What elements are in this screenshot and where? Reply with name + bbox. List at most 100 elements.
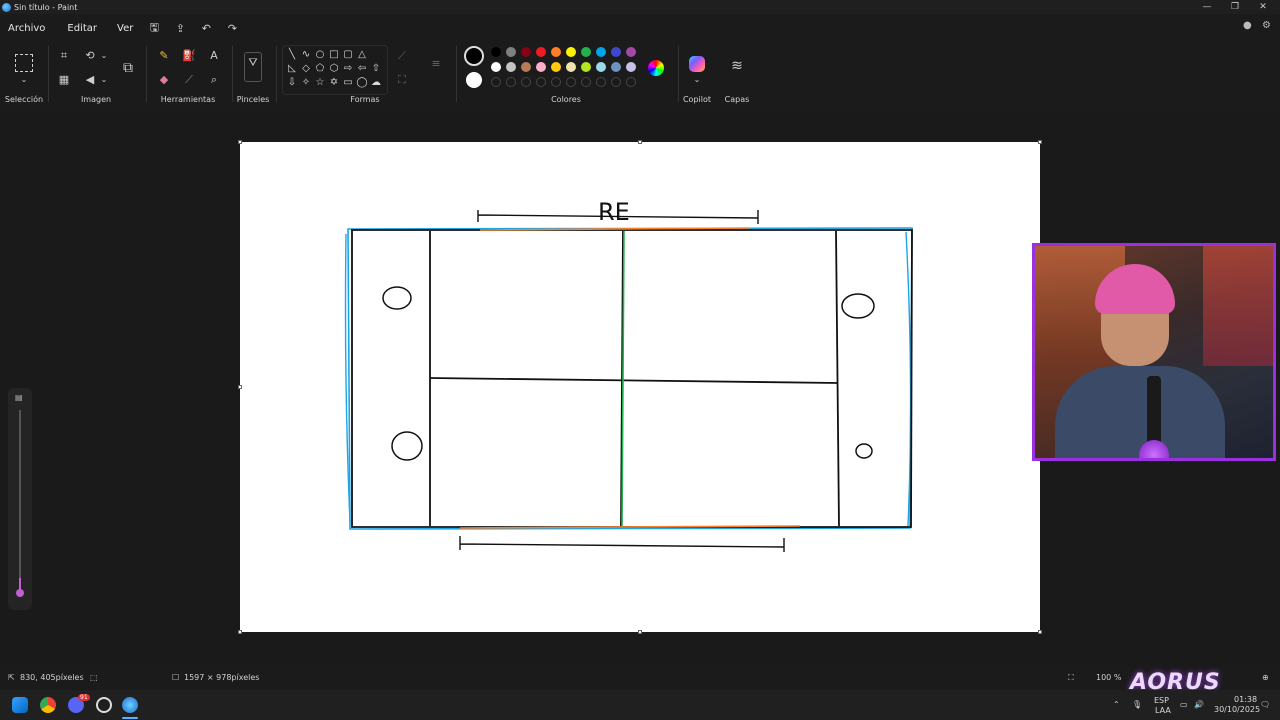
color-swatch[interactable] [611,62,621,72]
fit-to-window-icon[interactable]: ⛶ [1068,673,1074,683]
resize-handle[interactable] [238,140,242,144]
color-swatch[interactable] [581,47,591,57]
thumbnail-icon[interactable]: ▤ [15,393,23,402]
zoom-in-icon[interactable]: ⊕ [1262,673,1269,682]
menu-editar[interactable]: Editar [59,23,105,34]
hexagon-shape-icon[interactable]: ⬡ [327,62,341,76]
color-swatch[interactable] [611,47,621,57]
minimize-button[interactable]: — [1192,0,1222,14]
custom-color-slot[interactable] [521,77,531,87]
line-shape-icon[interactable]: ╲ [285,48,299,62]
callout-cloud-shape-icon[interactable]: ☁ [369,76,383,90]
callout-oval-shape-icon[interactable]: ◯ [355,76,369,90]
star6-shape-icon[interactable]: ✡ [327,76,341,90]
color-swatch[interactable] [506,47,516,57]
zoom-slider[interactable]: ▤ [8,388,32,610]
resize-handle[interactable] [638,140,642,144]
color-swatch[interactable] [551,62,561,72]
custom-color-slot[interactable] [611,77,621,87]
settings-icon[interactable]: ⚙ [1262,20,1271,31]
color-swatch[interactable] [491,62,501,72]
chevron-down-icon[interactable]: ⌄ [16,72,32,88]
color-swatch[interactable] [596,47,606,57]
fill-bucket-icon[interactable]: ⛽ [181,48,197,64]
close-button[interactable]: ✕ [1248,0,1278,14]
tray-overflow-icon[interactable]: ⌃ [1113,700,1120,709]
drawing-canvas[interactable]: RE [240,142,1040,632]
windows-start-icon[interactable] [12,697,28,713]
color-swatch[interactable] [536,47,546,57]
custom-color-slot[interactable] [596,77,606,87]
arrow-left-shape-icon[interactable]: ⇦ [355,62,369,76]
crop-icon[interactable]: ⌗ [56,48,72,64]
custom-color-slot[interactable] [626,77,636,87]
chevron-down-icon[interactable]: ⌄ [96,48,112,64]
polygon-shape-icon[interactable]: △ [355,48,369,62]
undo-icon[interactable]: ↶ [193,22,219,35]
star5-shape-icon[interactable]: ☆ [313,76,327,90]
arrow-up-shape-icon[interactable]: ⇧ [369,62,383,76]
zoom-level[interactable]: 100 % [1096,673,1121,682]
chevron-down-icon[interactable]: ⌄ [689,72,705,88]
keyboard-layout[interactable]: LAA [1155,706,1171,715]
clock-date[interactable]: 30/10/2025 [1214,705,1260,714]
color-swatch[interactable] [536,62,546,72]
chevron-down-icon[interactable]: ⌄ [96,72,112,88]
right-triangle-shape-icon[interactable]: ◺ [285,62,299,76]
maximize-button[interactable]: ❐ [1220,0,1250,14]
menu-ver[interactable]: Ver [109,23,141,34]
color-swatch[interactable] [626,47,636,57]
oval-shape-icon[interactable]: ○ [313,48,327,62]
brush-icon[interactable]: ⛛ [244,52,262,82]
paint-taskbar-icon[interactable] [122,697,138,713]
resize-handle[interactable] [238,630,242,634]
edit-colors-icon[interactable] [648,60,664,76]
save-icon[interactable]: 🖫 [141,19,167,38]
custom-color-slot[interactable] [551,77,561,87]
custom-color-slot[interactable] [581,77,591,87]
menu-archivo[interactable]: Archivo [0,23,53,34]
chrome-icon[interactable] [40,697,56,713]
curve-shape-icon[interactable]: ∿ [299,48,313,62]
resize-handle[interactable] [238,385,242,389]
color-swatch[interactable] [626,62,636,72]
pencil-icon[interactable]: ✎ [156,48,172,64]
active-color-primary[interactable] [464,46,484,66]
resize-handle[interactable] [638,630,642,634]
rounded-rect-shape-icon[interactable]: ▢ [341,48,355,62]
outline-icon[interactable]: ⟋ [394,48,410,64]
notifications-icon[interactable]: 🗨 [1260,700,1270,709]
color-swatch[interactable] [566,62,576,72]
color-swatch[interactable] [521,62,531,72]
rectangle-shape-icon[interactable]: □ [327,48,341,62]
fill-icon[interactable]: ⛶ [394,72,410,88]
diamond-shape-icon[interactable]: ◇ [299,62,313,76]
image-background-icon[interactable]: ⧉ [120,60,136,76]
resize-handle[interactable] [1038,630,1042,634]
custom-color-slot[interactable] [566,77,576,87]
keyboard-language[interactable]: ESP [1154,696,1169,705]
copilot-icon[interactable] [689,56,705,72]
arrow-down-shape-icon[interactable]: ⇩ [285,76,299,90]
selection-rect-icon[interactable] [15,54,33,72]
color-swatch[interactable] [506,62,516,72]
resize-icon[interactable]: ▦ [56,72,72,88]
volume-icon[interactable]: 🔊 [1194,700,1204,709]
text-icon[interactable]: A [206,48,222,64]
pentagon-shape-icon[interactable]: ⬠ [313,62,327,76]
zoom-slider-thumb[interactable] [16,589,24,597]
obs-icon[interactable] [96,697,112,713]
star4-shape-icon[interactable]: ✧ [299,76,313,90]
color-swatch[interactable] [491,47,501,57]
color-swatch[interactable] [581,62,591,72]
color-swatch[interactable] [566,47,576,57]
magnifier-icon[interactable]: ⌕ [206,72,222,88]
share-icon[interactable]: ⇪ [167,22,193,35]
eraser-icon[interactable]: ◆ [156,72,172,88]
account-icon[interactable]: ● [1243,20,1252,31]
microphone-tray-icon[interactable]: 🎙 [1132,700,1142,709]
callout-rect-shape-icon[interactable]: ▭ [341,76,355,90]
size-icon[interactable]: ≡ [428,56,444,72]
custom-color-slot[interactable] [536,77,546,87]
custom-color-slot[interactable] [491,77,501,87]
